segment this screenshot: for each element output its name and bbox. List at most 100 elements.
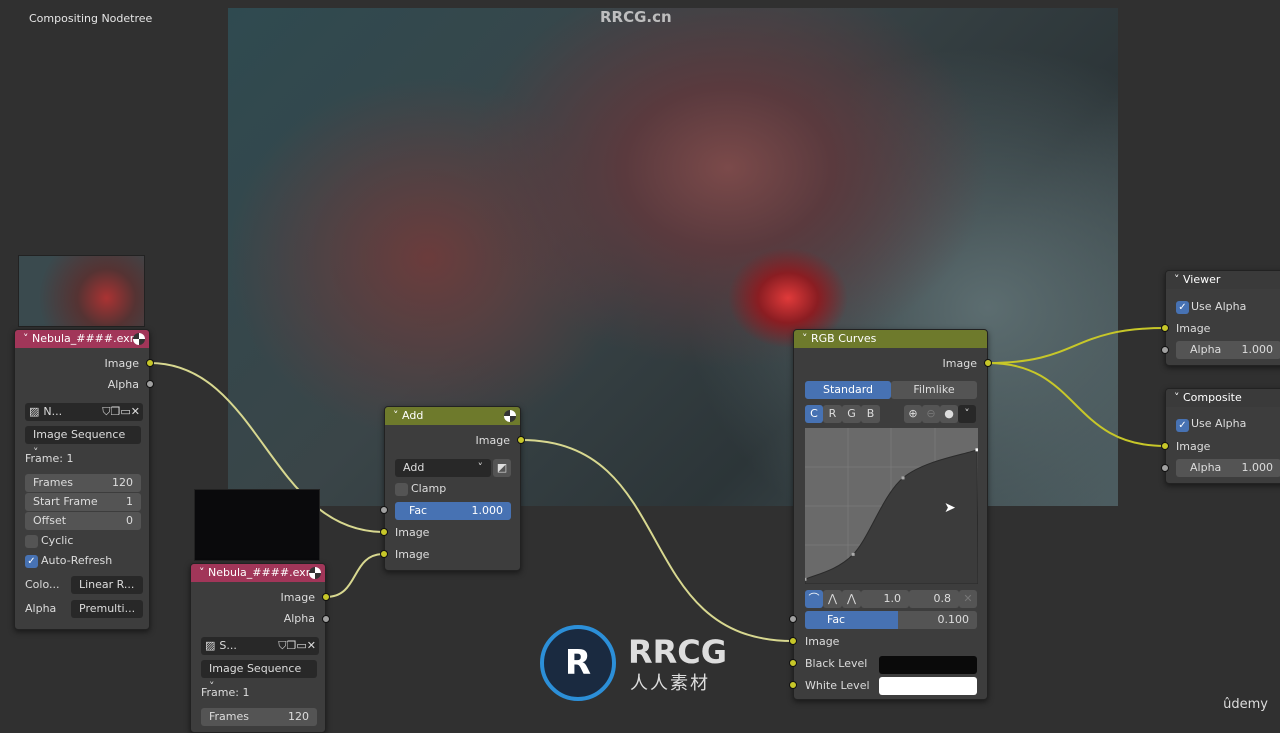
image-selector[interactable]: ▨ N... ⛉❐▭✕: [25, 403, 143, 421]
image-node-2-header[interactable]: ˅ Nebula_####.exr: [191, 564, 325, 582]
source-dropdown[interactable]: Image Sequence ˅: [201, 660, 317, 693]
socket-image-in[interactable]: [1161, 324, 1169, 332]
node-title: Viewer: [1183, 273, 1221, 286]
white-level-swatch[interactable]: [879, 677, 977, 695]
input-white-level-label: White Level: [805, 679, 870, 692]
socket-alpha-in[interactable]: [1161, 464, 1169, 472]
node-title: Composite: [1183, 391, 1242, 404]
node-title: Nebula_####.exr: [32, 332, 135, 345]
image-node-1-header[interactable]: ˅ Nebula_####.exr: [15, 330, 149, 348]
composite-node[interactable]: ˅ Composite ✓ Use Alpha Image Alpha 1.000: [1165, 388, 1280, 484]
socket-image-in[interactable]: [380, 528, 388, 536]
image-name[interactable]: S...: [219, 639, 236, 652]
use-alpha-label: Use Alpha: [1191, 417, 1247, 430]
clip-icon[interactable]: ●: [940, 405, 958, 423]
socket-alpha-out[interactable]: [322, 615, 330, 623]
add-node-header[interactable]: ˅ Add: [385, 407, 520, 425]
image-node-2[interactable]: ˅ Nebula_####.exr Image Alpha ▨ S... ⛉❐▭✕ …: [190, 563, 326, 733]
socket-image-in[interactable]: [1161, 442, 1169, 450]
input-image-label: Image: [1176, 322, 1211, 335]
output-image-label: Image: [942, 357, 977, 370]
output-alpha-label: Alpha: [283, 612, 315, 625]
source-dropdown[interactable]: Image Sequence ˅: [25, 426, 141, 459]
output-image-label: Image: [104, 357, 139, 370]
viewer-node[interactable]: ˅ Viewer ✓ Use Alpha Image Alpha 1.000: [1165, 270, 1280, 366]
output-image-label: Image: [280, 591, 315, 604]
channel-c[interactable]: C: [805, 405, 823, 423]
socket-image-out[interactable]: [322, 593, 330, 601]
image-name[interactable]: N...: [43, 405, 62, 418]
clamp-checkbox[interactable]: [395, 483, 408, 496]
handle-auto-icon[interactable]: ⌒: [805, 590, 823, 608]
blend-mode-dropdown[interactable]: Add ˅: [395, 459, 491, 477]
rgb-curves-node[interactable]: ˅ RGB Curves Image Standard Filmlike C R…: [793, 329, 988, 700]
channel-b[interactable]: B: [861, 405, 880, 423]
image-actions-icons[interactable]: ⛉❐▭✕: [102, 403, 143, 421]
zoom-out-icon[interactable]: ⊖: [922, 405, 940, 423]
alpha-dropdown[interactable]: Premulti...: [71, 600, 143, 618]
cyclic-checkbox[interactable]: [25, 535, 38, 548]
alpha-field[interactable]: Alpha 1.000: [1176, 459, 1280, 477]
socket-alpha-in[interactable]: [1161, 346, 1169, 354]
handle-auto-clamped-icon[interactable]: ⋀: [842, 590, 861, 608]
socket-image-out[interactable]: [517, 436, 525, 444]
viewer-node-header[interactable]: ˅ Viewer: [1166, 271, 1280, 289]
alpha-label: Alpha: [25, 602, 57, 615]
channel-r[interactable]: R: [823, 405, 842, 423]
offset-field[interactable]: Offset 0: [25, 512, 141, 530]
use-alpha-label: Use Alpha: [1191, 300, 1247, 313]
socket-white-level-in[interactable]: [789, 681, 797, 689]
link-add-curves: [520, 439, 794, 642]
point-y-field[interactable]: 0.8: [909, 590, 959, 608]
alpha-field[interactable]: Alpha 1.000: [1176, 341, 1280, 359]
socket-fac-in[interactable]: [789, 615, 797, 623]
curve-point[interactable]: [805, 577, 807, 581]
image-selector[interactable]: ▨ S... ⛉❐▭✕: [201, 637, 319, 655]
start-frame-field[interactable]: Start Frame 1: [25, 493, 141, 511]
fac-slider[interactable]: Fac 0.100: [805, 611, 977, 629]
socket-alpha-out[interactable]: [146, 380, 154, 388]
image-browse-icon[interactable]: ▨: [201, 639, 219, 652]
curve-point[interactable]: [975, 448, 979, 452]
socket-image-in[interactable]: [789, 637, 797, 645]
render-icon: [309, 567, 321, 579]
socket-fac-in[interactable]: [380, 506, 388, 514]
image-browse-icon[interactable]: ▨: [25, 405, 43, 418]
render-icon: [133, 333, 145, 345]
tab-filmlike[interactable]: Filmlike: [891, 381, 977, 399]
fac-slider[interactable]: Fac 1.000: [395, 502, 511, 520]
color-space-dropdown[interactable]: Linear R...: [71, 576, 143, 594]
use-alpha-checkbox[interactable]: ✓: [1176, 301, 1189, 314]
output-alpha-label: Alpha: [107, 378, 139, 391]
frames-field[interactable]: Frames 120: [201, 708, 317, 726]
composite-node-header[interactable]: ˅ Composite: [1166, 389, 1280, 407]
black-level-swatch[interactable]: [879, 656, 977, 674]
socket-image-out[interactable]: [984, 359, 992, 367]
socket-image-out[interactable]: [146, 359, 154, 367]
handle-vector-icon[interactable]: ⋀: [823, 590, 842, 608]
link-curves-viewer: [987, 327, 1166, 364]
frames-field[interactable]: Frames 120: [25, 474, 141, 492]
curve-point[interactable]: [901, 476, 905, 480]
cyclic-label: Cyclic: [41, 534, 74, 547]
input-image-label: Image: [395, 526, 430, 539]
frame-label: Frame: 1: [201, 686, 250, 699]
curve-menu-chevron-icon[interactable]: ˅: [958, 405, 976, 423]
channel-g[interactable]: G: [842, 405, 861, 423]
zoom-in-icon[interactable]: ⊕: [904, 405, 922, 423]
tab-standard[interactable]: Standard: [805, 381, 891, 399]
link-image2-add: [325, 553, 385, 598]
curve-point[interactable]: [851, 552, 855, 556]
socket-image-in[interactable]: [380, 550, 388, 558]
socket-black-level-in[interactable]: [789, 659, 797, 667]
color-space-label: Colo...: [25, 578, 60, 591]
add-node[interactable]: ˅ Add Image Add ˅ ◩ Clamp Fac 1.000 Image …: [384, 406, 521, 571]
use-alpha-checkbox[interactable]: ✓: [1176, 419, 1189, 432]
image-actions-icons[interactable]: ⛉❐▭✕: [278, 637, 319, 655]
use-alpha-icon[interactable]: ◩: [493, 459, 511, 477]
image-node-1[interactable]: ˅ Nebula_####.exr Image Alpha ▨ N... ⛉❐▭✕ …: [14, 329, 150, 630]
curves-node-header[interactable]: ˅ RGB Curves: [794, 330, 987, 348]
auto-refresh-checkbox[interactable]: ✓: [25, 555, 38, 568]
point-x-field[interactable]: 1.0: [861, 590, 909, 608]
delete-point-icon[interactable]: ✕: [959, 590, 977, 608]
